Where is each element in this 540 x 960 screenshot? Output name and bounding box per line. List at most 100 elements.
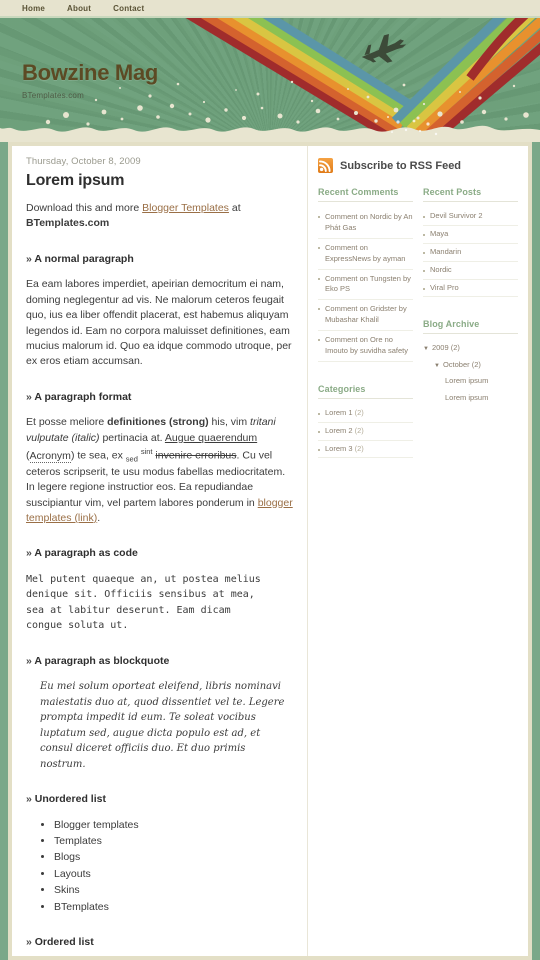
heading-ol-label: Ordered list	[34, 936, 94, 949]
heading-paragraph-format: » A paragraph format	[26, 390, 293, 405]
blog-archive-tree: ▼ 2009 (2) ▼ October (2) Lorem ipsum Lorem…	[423, 340, 518, 406]
list-item[interactable]: Viral Pro	[423, 280, 518, 298]
heading-paragraph-code: » A paragraph as code	[26, 546, 293, 561]
rainbow-decoration	[185, 18, 540, 142]
page-wrapper: Thursday, October 8, 2009 Lorem ipsum Do…	[0, 142, 540, 960]
list-item[interactable]: Comment on Tungsten by Eko PS	[318, 270, 413, 301]
main-content-column: Thursday, October 8, 2009 Lorem ipsum Do…	[12, 146, 308, 956]
list-item: Blogs	[54, 850, 293, 865]
list-item: BTemplates	[54, 900, 293, 915]
archive-year-count: (2)	[450, 343, 460, 353]
list-item[interactable]: Mandarin	[423, 244, 518, 262]
fmt-acronym: Acronym	[29, 449, 71, 463]
top-navigation-bar: Home About Contact	[0, 0, 540, 16]
blockquote-text: Eu mei solum oporteat eleifend, libris n…	[40, 681, 285, 770]
fmt-subscript: sed	[125, 454, 138, 464]
site-header-banner: Bowzine Mag BTemplates.com	[0, 16, 540, 142]
rss-feed-icon[interactable]	[318, 158, 333, 173]
unordered-list: Blogger templates Templates Blogs Layout…	[26, 818, 293, 916]
archive-month-label[interactable]: October	[443, 360, 470, 369]
post-date: Thursday, October 8, 2009	[26, 156, 141, 167]
normal-paragraph-text: Ea eam labores imperdiet, apeirian democ…	[26, 278, 292, 368]
list-item: Templates	[54, 834, 293, 849]
list-item[interactable]: Comment on Ore no Imouto by suvidha safe…	[318, 331, 413, 362]
blog-archive-heading: Blog Archive	[423, 319, 518, 335]
rss-subscribe-label[interactable]: Subscribe to RSS Feed	[340, 160, 461, 172]
nav-link-contact[interactable]: Contact	[113, 4, 144, 13]
post-title[interactable]: Lorem ipsum	[26, 172, 293, 190]
recent-posts-list: Devil Survivor 2 Maya Mandarin Nordic Vi…	[423, 208, 518, 298]
fmt-strong: definitiones (strong)	[107, 416, 209, 429]
heading-ordered-list: » Ordered list	[26, 935, 293, 950]
list-item[interactable]: Comment on Nordic by An Phát Gas	[318, 208, 413, 239]
list-item[interactable]: Comment on Gridster by Mubashar Khalil	[318, 300, 413, 331]
recent-comments-heading: Recent Comments	[318, 187, 413, 202]
category-label[interactable]: Lorem 1	[325, 408, 353, 417]
archive-month-count: (2)	[471, 359, 481, 369]
fmt-t7: .	[97, 511, 101, 524]
recent-posts-heading: Recent Posts	[423, 187, 518, 202]
sidebar: Subscribe to RSS Feed Recent Comments Co…	[308, 146, 528, 956]
header-title-block: Bowzine Mag BTemplates.com	[22, 62, 158, 101]
heading-marker-icon: »	[26, 390, 32, 403]
triangle-down-icon[interactable]: ▼	[423, 346, 429, 352]
fmt-t4: (	[26, 449, 30, 462]
list-item[interactable]: Comment on ExpressNews by ayman	[318, 239, 413, 270]
fmt-inserted: Augue quaerendum	[164, 431, 258, 444]
category-count: (2)	[354, 443, 364, 453]
category-count: (2)	[354, 425, 364, 435]
airplane-silhouette-icon	[361, 33, 407, 63]
list-item: Layouts	[54, 867, 293, 882]
categories-list: Lorem 1 (2) Lorem 2 (2) Lorem 3 (2)	[318, 405, 413, 459]
fmt-strikethrough: invenire erroribus	[155, 449, 237, 462]
heading-code-label: A paragraph as code	[34, 547, 138, 560]
heading-paragraph-blockquote: » A paragraph as blockquote	[26, 654, 293, 669]
list-item[interactable]: Lorem 1 (2)	[318, 405, 413, 423]
archive-post-link[interactable]: Lorem ipsum	[423, 390, 518, 407]
category-count: (2)	[354, 407, 364, 417]
categories-heading: Categories	[318, 384, 413, 399]
archive-post-link[interactable]: Lorem ipsum	[423, 373, 518, 390]
page-title[interactable]: Bowzine Mag	[22, 62, 158, 84]
heading-format-label: A paragraph format	[34, 390, 132, 403]
fmt-superscript: sint	[140, 447, 153, 457]
nav-link-about[interactable]: About	[67, 4, 91, 13]
archive-year-label[interactable]: 2009	[432, 343, 449, 352]
fmt-t2: his, vim	[208, 416, 251, 429]
category-label[interactable]: Lorem 3	[325, 444, 353, 453]
rss-subscribe-row[interactable]: Subscribe to RSS Feed	[318, 158, 518, 173]
intro-btemplates-strong: BTemplates.com	[26, 217, 110, 230]
nav-link-home[interactable]: Home	[22, 4, 45, 13]
archive-year-row[interactable]: ▼ 2009 (2)	[423, 340, 518, 357]
code-block: Mel putent quaeque an, ut postea melius …	[26, 573, 261, 632]
heading-normal-label: A normal paragraph	[34, 252, 134, 265]
category-label[interactable]: Lorem 2	[325, 426, 353, 435]
post-body: Download this and more Blogger Templates…	[26, 201, 293, 960]
heading-marker-icon: »	[26, 793, 32, 806]
heading-marker-icon: »	[26, 252, 32, 265]
list-item[interactable]: Nordic	[423, 262, 518, 280]
sidebar-columns: Recent Comments Comment on Nordic by An …	[318, 187, 518, 459]
content-columns: Thursday, October 8, 2009 Lorem ipsum Do…	[12, 146, 528, 956]
list-item[interactable]: Lorem 2 (2)	[318, 423, 413, 441]
list-item: Skins	[54, 883, 293, 898]
sidebar-column-right: Recent Posts Devil Survivor 2 Maya Manda…	[423, 187, 518, 458]
site-description: BTemplates.com	[22, 91, 84, 100]
triangle-down-icon[interactable]: ▼	[434, 363, 440, 369]
archive-month-row[interactable]: ▼ October (2)	[423, 357, 518, 374]
heading-normal-paragraph: » A normal paragraph	[26, 252, 293, 267]
fmt-t1: Et posse meliore	[26, 416, 108, 429]
fmt-t3: pertinacia at.	[99, 431, 165, 444]
blogger-templates-link[interactable]: Blogger Templates	[142, 202, 229, 214]
heading-blockquote-label: A paragraph as blockquote	[34, 654, 170, 667]
format-paragraph-text: Et posse meliore definitiones (strong) h…	[26, 415, 293, 526]
list-item[interactable]: Devil Survivor 2	[423, 208, 518, 226]
heading-marker-icon: »	[26, 547, 32, 560]
recent-comments-list: Comment on Nordic by An Phát Gas Comment…	[318, 208, 413, 362]
intro-text-mid: at	[228, 202, 241, 214]
list-item[interactable]: Maya	[423, 226, 518, 244]
heading-ul-label: Unordered list	[34, 793, 106, 806]
content-frame: Thursday, October 8, 2009 Lorem ipsum Do…	[8, 142, 532, 960]
list-item[interactable]: Lorem 3 (2)	[318, 441, 413, 459]
intro-text-pre: Download this and more	[26, 202, 143, 214]
